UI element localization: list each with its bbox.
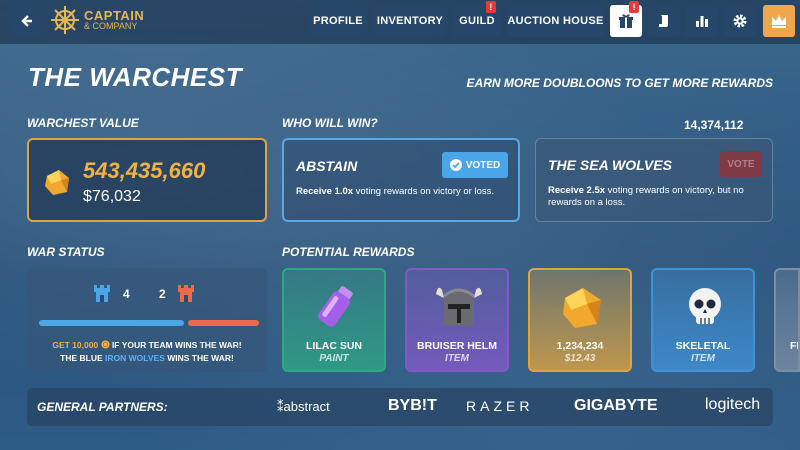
orange-castle-icon bbox=[178, 285, 194, 302]
reward-name: LILAC SUN bbox=[306, 340, 362, 352]
voted-button-label: VOTED bbox=[465, 159, 501, 171]
ship-wheel-icon bbox=[51, 6, 79, 34]
voted-button[interactable]: VOTED bbox=[442, 152, 508, 178]
warchest-doubloons: 543,435,660 bbox=[83, 158, 206, 183]
who-will-win-label: WHO WILL WIN? bbox=[282, 116, 378, 130]
reward-value: $12.43 bbox=[564, 353, 596, 364]
coin-icon bbox=[101, 340, 110, 349]
partners-label: GENERAL PARTNERS: bbox=[37, 400, 168, 414]
reward-name: SKELETAL bbox=[675, 340, 731, 352]
vote-button-label: VOTE bbox=[727, 158, 755, 170]
vote-option-desc: Receive 2.5x voting rewards on victory, … bbox=[548, 185, 758, 209]
partner-abstract[interactable]: ⁑abstract bbox=[277, 399, 330, 415]
reward-name: BRUISER HELM bbox=[417, 340, 497, 352]
war-reward-text: IF YOUR TEAM WINS THE WAR! bbox=[111, 340, 242, 350]
gift-alert-badge: ! bbox=[629, 1, 639, 13]
guild-alert-badge: ! bbox=[486, 1, 496, 13]
gift-button[interactable]: ! bbox=[610, 1, 642, 37]
war-reward-line: GET 10,000 IF YOUR TEAM WINS THE WAR! bbox=[27, 339, 267, 351]
doubloon-gem-icon bbox=[563, 288, 601, 328]
gear-icon bbox=[733, 14, 747, 28]
settings-button[interactable] bbox=[724, 5, 756, 37]
leaderboard-icon bbox=[696, 16, 708, 27]
partner-bybit[interactable]: BYB!T bbox=[388, 397, 437, 415]
logo-line2: & COMPANY bbox=[84, 21, 138, 31]
reward-card-skeletal[interactable]: SKELETAL ITEM bbox=[651, 268, 755, 372]
partner-logitech[interactable]: logitech bbox=[705, 396, 760, 414]
back-arrow-icon bbox=[21, 15, 32, 27]
potential-rewards-label: POTENTIAL REWARDS bbox=[282, 245, 415, 259]
warchest-usd: $76,032 bbox=[83, 188, 141, 205]
helmet-icon bbox=[436, 287, 482, 326]
check-circle-icon bbox=[449, 159, 462, 171]
blue-team-score: 4 bbox=[123, 287, 130, 301]
nav-profile-label: PROFILE bbox=[313, 15, 363, 27]
logo[interactable]: CAPTAIN & COMPANY bbox=[50, 5, 144, 35]
premium-button[interactable] bbox=[763, 5, 795, 37]
war-status-label: WAR STATUS bbox=[27, 245, 105, 259]
blue-castle-icon bbox=[94, 285, 110, 302]
warchest-value-label: WARCHEST VALUE bbox=[27, 116, 139, 130]
reward-type: ITEM bbox=[445, 353, 469, 364]
reward-type: ITEM bbox=[691, 353, 715, 364]
warchest-value-card: 543,435,660 $76,032 bbox=[27, 138, 267, 222]
reward-card-partial[interactable]: FE bbox=[774, 268, 800, 372]
vote-option-sea-wolves[interactable]: THE SEA WOLVES VOTE Receive 2.5x voting … bbox=[535, 138, 773, 222]
scroll-button[interactable] bbox=[648, 5, 680, 37]
blue-team-progress-bar bbox=[39, 320, 184, 326]
gift-icon bbox=[619, 14, 633, 28]
back-button[interactable] bbox=[10, 5, 42, 37]
skull-icon bbox=[689, 288, 721, 324]
reward-name: FE bbox=[790, 340, 798, 352]
scroll-icon bbox=[659, 15, 668, 27]
war-winner-post: WINS THE WAR! bbox=[164, 353, 234, 363]
reward-name: 1,234,234 bbox=[556, 340, 604, 352]
page-subtitle: EARN MORE DOUBLOONS TO GET MORE REWARDS bbox=[466, 76, 773, 90]
nav-inventory-label: INVENTORY bbox=[376, 15, 444, 27]
war-winner-team: IRON WOLVES bbox=[105, 353, 165, 363]
partner-razer[interactable]: RAZER bbox=[466, 398, 533, 414]
vote-option-abstain[interactable]: ABSTAIN VOTED Receive 1.0x voting reward… bbox=[282, 138, 520, 222]
nav-inventory[interactable]: INVENTORY bbox=[373, 5, 447, 37]
leaderboard-button[interactable] bbox=[686, 5, 718, 37]
vote-button[interactable]: VOTE bbox=[720, 151, 762, 177]
reward-type: PAINT bbox=[319, 353, 349, 364]
vote-option-desc: Receive 1.0x voting rewards on victory o… bbox=[296, 186, 506, 198]
partner-gigabyte[interactable]: GIGABYTE bbox=[574, 397, 658, 415]
orange-team-progress-bar bbox=[188, 320, 259, 326]
reward-card-bruiser-helm[interactable]: BRUISER HELM ITEM bbox=[405, 268, 509, 372]
war-winner-line: THE BLUE IRON WOLVES WINS THE WAR! bbox=[27, 352, 267, 364]
crown-icon bbox=[772, 15, 786, 28]
partners-bar: GENERAL PARTNERS: ⁑abstract BYB!T RAZER … bbox=[27, 388, 773, 426]
top-bar: CAPTAIN & COMPANY PROFILE INVENTORY GUIL… bbox=[0, 0, 800, 44]
total-votes: 14,374,112 bbox=[684, 118, 744, 132]
nav-guild-label: GUILD bbox=[459, 15, 495, 27]
paint-bottle-icon bbox=[318, 286, 353, 327]
war-winner-pre: THE BLUE bbox=[60, 353, 106, 363]
vote-option-name: ABSTAIN bbox=[296, 158, 358, 174]
partner-abstract-name: abstract bbox=[283, 399, 330, 414]
war-status-card: 4 2 GET 10,000 IF YOUR TEAM WINS THE WAR… bbox=[27, 268, 267, 372]
page-title: THE WARCHEST bbox=[28, 62, 242, 92]
vote-multiplier: Receive 2.5x bbox=[548, 185, 606, 196]
war-reward-amount: GET 10,000 bbox=[52, 340, 99, 350]
nav-guild[interactable]: GUILD ! bbox=[453, 1, 501, 37]
vote-option-name: THE SEA WOLVES bbox=[548, 157, 672, 173]
reward-card-lilac-sun[interactable]: LILAC SUN PAINT bbox=[282, 268, 386, 372]
orange-team-score: 2 bbox=[159, 287, 166, 301]
nav-auction-house[interactable]: AUCTION HOUSE bbox=[507, 5, 604, 37]
reward-card-doubloons[interactable]: 1,234,234 $12.43 bbox=[528, 268, 632, 372]
vote-desc-rest: voting rewards on victory or loss. bbox=[353, 186, 495, 197]
doubloon-gem-icon bbox=[45, 170, 69, 195]
vote-multiplier: Receive 1.0x bbox=[296, 186, 354, 197]
nav-auction-house-label: AUCTION HOUSE bbox=[507, 15, 604, 27]
nav-profile[interactable]: PROFILE bbox=[309, 5, 367, 37]
